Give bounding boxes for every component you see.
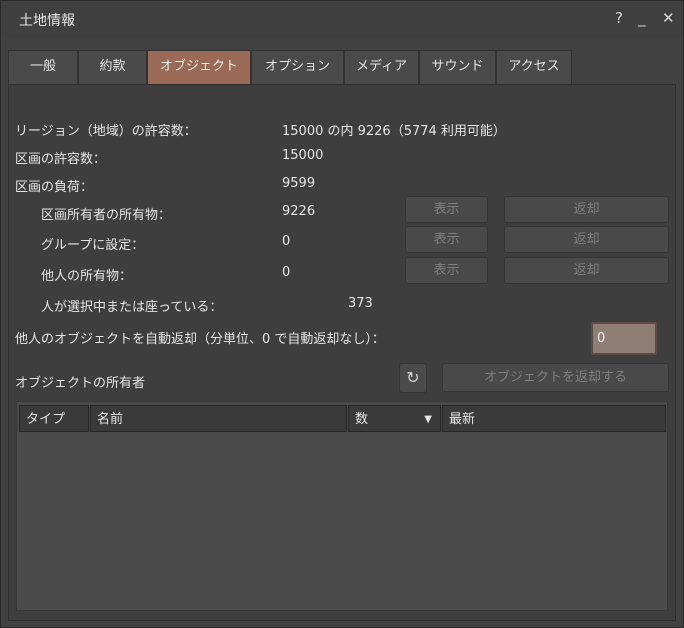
- other-objects-value: 0: [282, 265, 291, 280]
- minimize-icon[interactable]: _: [638, 9, 646, 27]
- tab-sound[interactable]: サウンド: [419, 50, 496, 84]
- land-info-window: 土地情報 ? _ ✕ 一般 約款 オブジェクト オプション メディア サウンド …: [0, 0, 684, 628]
- group-objects-value: 0: [282, 234, 291, 249]
- parcel-load-label: 区画の負荷：: [15, 180, 94, 195]
- show-owner-objects-button[interactable]: 表示: [405, 196, 488, 223]
- tab-general[interactable]: 一般: [8, 50, 78, 84]
- show-other-objects-button[interactable]: 表示: [405, 257, 488, 284]
- group-objects-label: グループに設定：: [41, 238, 145, 253]
- refresh-icon[interactable]: ↻: [399, 363, 427, 393]
- return-owner-objects-button[interactable]: 返却: [504, 196, 669, 223]
- return-other-objects-button[interactable]: 返却: [504, 257, 669, 284]
- parcel-capacity-label: 区画の許容数：: [15, 152, 107, 167]
- autoreturn-input[interactable]: 0: [591, 322, 657, 355]
- owner-objects-value: 9226: [282, 204, 316, 219]
- other-objects-label: 他人の所有物：: [41, 269, 133, 284]
- column-header-name[interactable]: 名前: [90, 405, 347, 432]
- show-group-objects-button[interactable]: 表示: [405, 226, 488, 253]
- object-owners-label: オブジェクトの所有者: [15, 376, 146, 391]
- selected-sitting-value: 373: [348, 296, 373, 311]
- tab-access[interactable]: アクセス: [496, 50, 572, 84]
- return-group-objects-button[interactable]: 返却: [504, 226, 669, 253]
- sort-descending-icon: ▼: [424, 414, 432, 425]
- tab-media[interactable]: メディア: [344, 50, 419, 84]
- help-icon[interactable]: ?: [615, 9, 623, 27]
- owners-table[interactable]: タイプ 名前 数 ▼ 最新: [16, 401, 668, 611]
- selected-sitting-label: 人が選択中または座っている：: [41, 300, 223, 315]
- owner-objects-label: 区画所有者の所有物：: [41, 208, 172, 223]
- region-capacity-value: 15000 の内 9226（5774 利用可能）: [282, 124, 506, 139]
- tab-options[interactable]: オプション: [251, 50, 344, 84]
- close-icon[interactable]: ✕: [662, 9, 675, 27]
- column-header-count[interactable]: 数 ▼: [348, 405, 441, 432]
- autoreturn-label: 他人のオブジェクトを自動返却（分単位、0 で自動返却なし）：: [15, 332, 385, 347]
- tab-objects[interactable]: オブジェクト: [147, 50, 251, 84]
- column-header-type[interactable]: タイプ: [19, 405, 89, 432]
- title-bar[interactable]: 土地情報 ? _ ✕: [1, 1, 683, 37]
- region-capacity-label: リージョン（地域）の許容数：: [15, 124, 197, 139]
- tab-covenant[interactable]: 約款: [78, 50, 147, 84]
- window-title: 土地情報: [19, 13, 75, 29]
- column-header-count-label: 数: [355, 412, 369, 427]
- parcel-load-value: 9599: [282, 176, 316, 191]
- return-objects-button[interactable]: オブジェクトを返却する: [442, 363, 669, 392]
- parcel-capacity-value: 15000: [282, 148, 324, 163]
- column-header-latest[interactable]: 最新: [442, 405, 666, 432]
